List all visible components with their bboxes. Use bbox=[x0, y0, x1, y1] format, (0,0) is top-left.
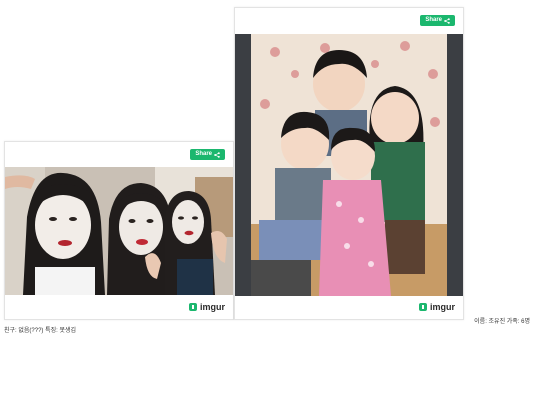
share-button-label: Share bbox=[425, 17, 442, 23]
imgur-logo-icon bbox=[188, 303, 197, 311]
imgur-embed-children: Share imgur bbox=[234, 7, 464, 320]
share-icon bbox=[444, 17, 450, 24]
share-button[interactable]: Share bbox=[420, 15, 455, 26]
caption-friends-traits: 친구: 없음(???) 특징: 못생김 bbox=[4, 328, 77, 334]
children-photo-illustration bbox=[235, 34, 463, 296]
imgur-logo[interactable]: imgur bbox=[188, 302, 225, 312]
caption-name-family: 이름: 조유진 가족: 6명 bbox=[474, 319, 530, 325]
embedded-photo[interactable] bbox=[235, 34, 463, 296]
masks-photo-illustration bbox=[5, 167, 233, 295]
share-button[interactable]: Share bbox=[190, 149, 225, 160]
share-icon bbox=[214, 151, 220, 158]
imgur-logo[interactable]: imgur bbox=[418, 302, 455, 312]
imgur-brand-text: imgur bbox=[429, 302, 455, 312]
share-button-label: Share bbox=[195, 151, 212, 157]
embedded-photo[interactable] bbox=[5, 167, 233, 295]
imgur-embed-masks: Share imgur bbox=[4, 141, 234, 320]
imgur-logo-icon bbox=[418, 303, 427, 311]
imgur-brand-text: imgur bbox=[199, 302, 225, 312]
